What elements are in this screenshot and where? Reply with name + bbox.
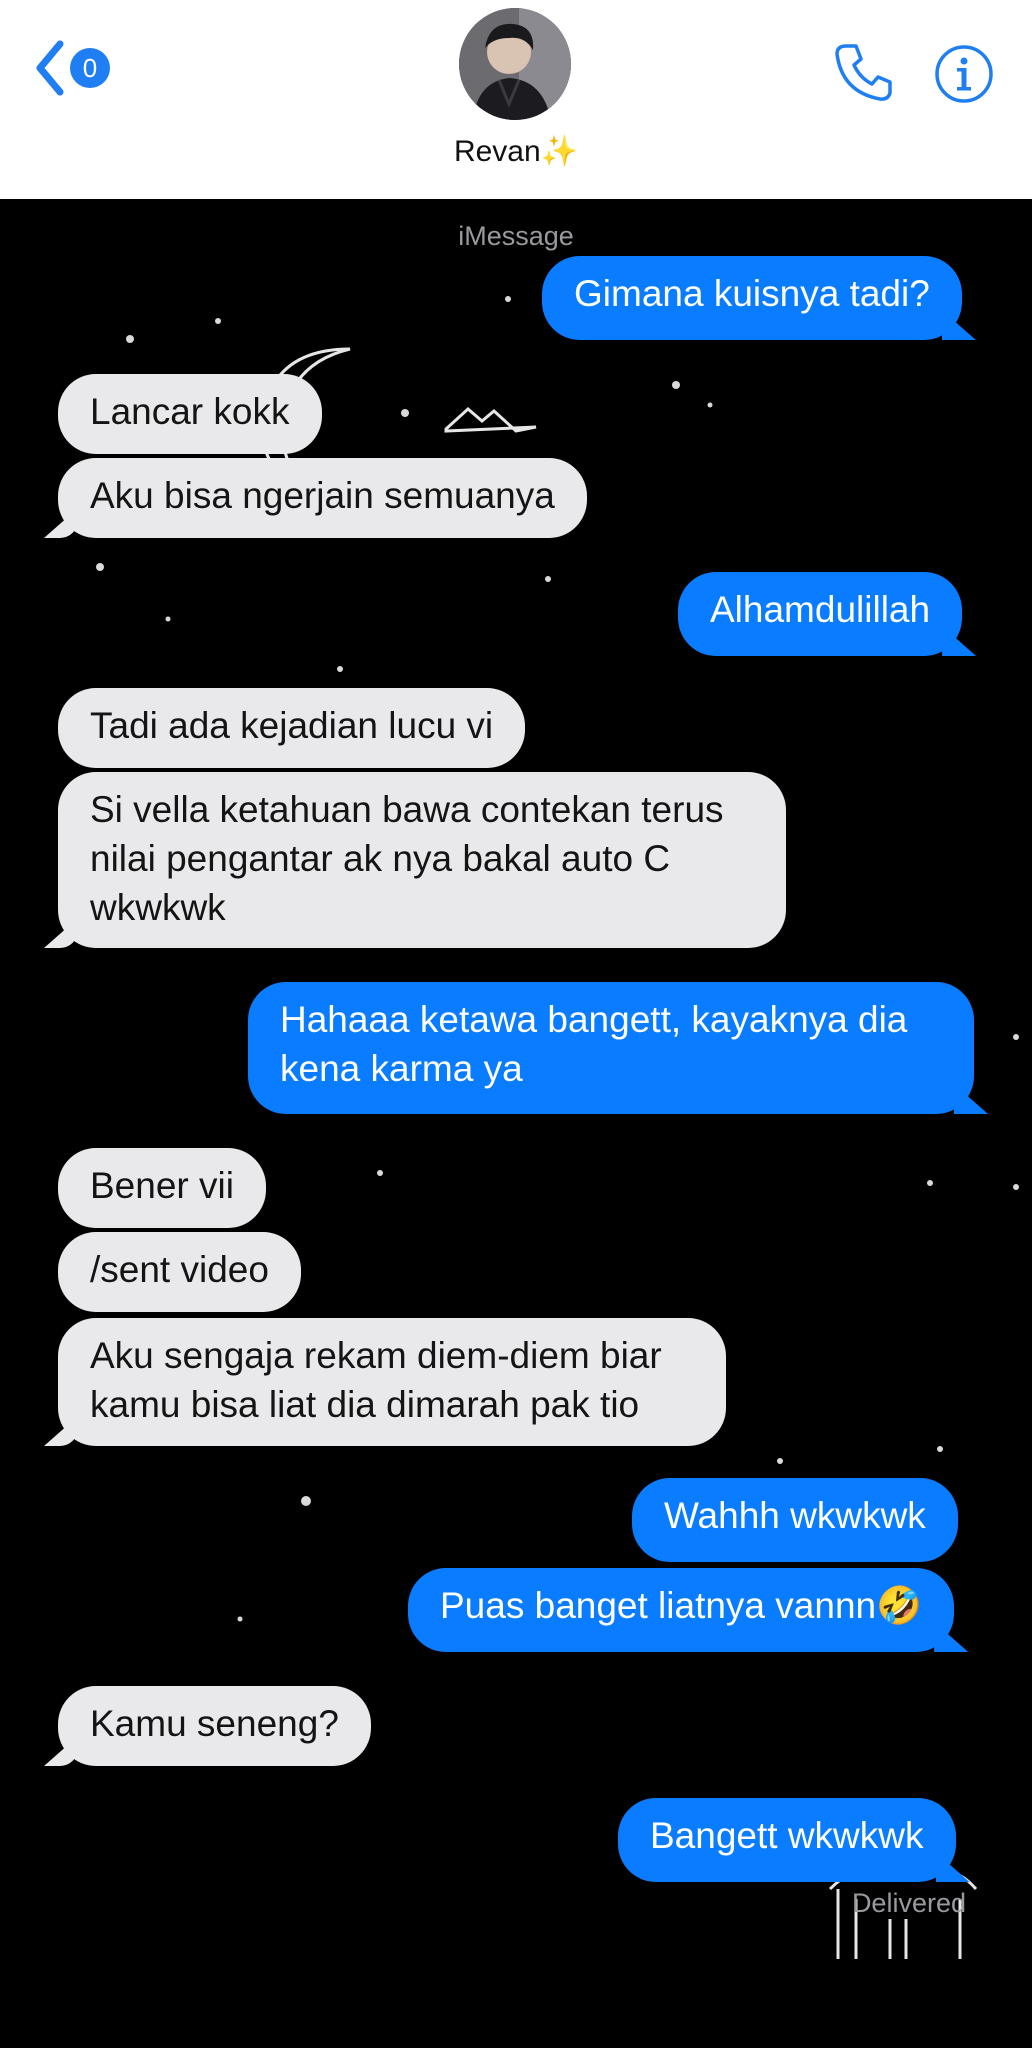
contact-name-text: Revan: [453, 135, 541, 168]
info-button[interactable]: [934, 44, 994, 104]
avatar-image: [459, 8, 571, 120]
message-incoming[interactable]: Tadi ada kejadian lucu vi: [58, 688, 526, 768]
message-incoming[interactable]: Bener vii: [58, 1148, 266, 1228]
message-outgoing[interactable]: Puas banget liatnya vannn🤣: [408, 1568, 955, 1652]
back-button[interactable]: 0: [34, 38, 110, 98]
message-incoming[interactable]: /sent video: [58, 1232, 301, 1312]
message-outgoing[interactable]: Bangett wkwkwk: [618, 1798, 956, 1882]
message-incoming[interactable]: Lancar kokk: [58, 374, 322, 454]
contact-name[interactable]: Revan✨: [0, 134, 1032, 169]
unread-count-badge: 0: [70, 48, 110, 88]
audio-call-button[interactable]: [832, 40, 896, 104]
contact-avatar[interactable]: [459, 8, 571, 120]
message-incoming[interactable]: Aku sengaja rekam diem-diem biar kamu bi…: [58, 1318, 726, 1446]
imessage-label: iMessage: [458, 221, 574, 251]
message-incoming[interactable]: Si vella ketahuan bawa contekan terus ni…: [58, 772, 786, 948]
sparkles-emoji: ✨: [540, 135, 579, 168]
message-outgoing[interactable]: Gimana kuisnya tadi?: [542, 256, 962, 340]
conversation-header: 0 Revan✨: [0, 0, 1032, 199]
info-icon: [935, 45, 993, 103]
message-outgoing[interactable]: Alhamdulillah: [678, 572, 963, 656]
message-incoming[interactable]: Aku bisa ngerjain semuanya: [58, 458, 587, 538]
phone-icon: [835, 44, 892, 101]
message-outgoing[interactable]: Wahhh wkwkwk: [632, 1478, 958, 1562]
message-incoming[interactable]: Kamu seneng?: [58, 1686, 371, 1766]
chevron-left-icon: [36, 40, 64, 96]
delivery-status: Delivered: [851, 1888, 966, 1918]
message-outgoing[interactable]: Hahaaa ketawa bangett, kayaknya dia kena…: [248, 982, 974, 1114]
